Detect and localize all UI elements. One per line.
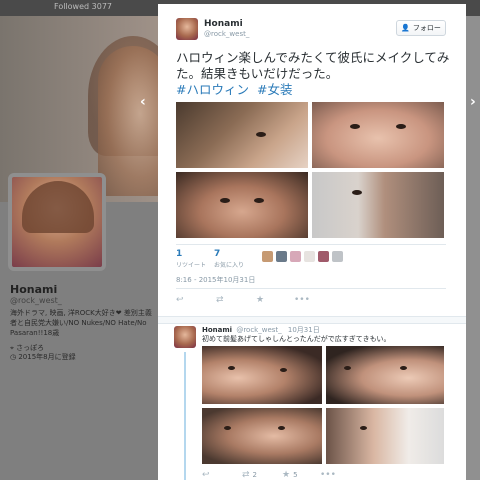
reply-icon[interactable]: ↩ — [202, 470, 210, 480]
profile-joined: ◷ 2015年8月に登録 — [10, 352, 76, 362]
retweet-icon[interactable]: ⇄ 2 — [242, 470, 257, 480]
avatar[interactable] — [174, 326, 196, 348]
reply-date[interactable]: 10月31日 — [288, 326, 320, 334]
conversation-divider — [158, 316, 466, 324]
reply-text: 初めて前髪あげてしゃしんとったんだがで広すぎてきもい。 — [202, 335, 391, 343]
tweet-photo[interactable] — [176, 172, 308, 238]
reply-photo[interactable] — [202, 346, 322, 404]
avatar[interactable] — [332, 251, 343, 262]
star-icon[interactable]: ★ 5 — [282, 470, 298, 480]
liker-avatars — [262, 251, 343, 262]
avatar[interactable] — [290, 251, 301, 262]
reply-photo[interactable] — [326, 408, 444, 464]
profile-avatar-large[interactable] — [8, 173, 106, 271]
more-icon[interactable]: ••• — [320, 470, 336, 480]
like-label: お気に入り — [214, 262, 245, 269]
follow-button-label: フォロー — [412, 24, 441, 32]
hashtag-link[interactable]: #女装 — [257, 82, 292, 97]
profile-bio: 海外ドラマ, 映画, 洋ROCK大好き❤ 差別主義者と自民党大嫌い/NO Nuk… — [10, 309, 152, 337]
reply-photo[interactable] — [326, 346, 444, 404]
retweet-icon[interactable]: ⇄ — [216, 295, 224, 305]
reply-photo[interactable] — [202, 408, 322, 464]
tweet-photo[interactable] — [176, 102, 308, 168]
reply-icon[interactable]: ↩ — [176, 295, 184, 305]
reply-actions: ↩ ⇄ 2 ★ 5 ••• — [202, 470, 442, 480]
tweet-timestamp[interactable]: 8:16 - 2015年10月31日 — [176, 275, 255, 285]
tweet-photo-grid — [176, 102, 444, 238]
retweet-count: 1 — [176, 249, 183, 259]
retweet-label: リツイート — [176, 262, 207, 269]
reply-author-handle[interactable]: @rock_west_ — [236, 326, 281, 334]
follow-button[interactable]: 👤 フォロー — [396, 20, 446, 36]
tweet-author-handle[interactable]: @rock_west_ — [204, 30, 249, 38]
reply-author-name[interactable]: Honami — [202, 326, 232, 334]
tweet-hashtags: #ハロウィン #女装 — [176, 82, 296, 98]
profile-location-text: さっぽろ — [16, 344, 45, 352]
avatar[interactable] — [318, 251, 329, 262]
like-count: 7 — [214, 249, 221, 259]
tweet-header: Honami @rock_west_ 👤 フォロー — [176, 18, 456, 48]
reply-tweet[interactable]: Honami @rock_west_ 10月31日 初めて前髪あげてしゃしんとっ… — [158, 324, 466, 480]
profile-handle[interactable]: @rock_west_ — [10, 296, 62, 305]
reply-photo-grid — [202, 346, 444, 464]
avatar[interactable] — [276, 251, 287, 262]
avatar[interactable] — [304, 251, 315, 262]
retweet-stat[interactable]: 1 リツイート — [176, 249, 206, 269]
tweet-photo[interactable] — [312, 102, 444, 168]
add-user-icon: 👤 — [401, 24, 410, 32]
background-right-column — [466, 16, 480, 480]
background-follow-stat: Followed 3077 — [54, 2, 112, 11]
tweet-text: ハロウィン楽しんでみたくて彼氏にメイクしてみた。結果きもいだけだった。 — [176, 50, 450, 81]
more-icon[interactable]: ••• — [294, 295, 310, 305]
thread-line — [184, 352, 186, 480]
tweet-stats: 1 リツイート 7 お気に入り — [176, 244, 446, 270]
avatar[interactable] — [176, 18, 198, 40]
profile-joined-text: 2015年8月に登録 — [18, 353, 76, 361]
like-stat[interactable]: 7 お気に入り — [214, 249, 244, 269]
previous-tweet-arrow-icon[interactable]: ‹ — [140, 94, 146, 110]
reply-like-count: 5 — [293, 471, 298, 479]
avatar[interactable] — [262, 251, 273, 262]
hashtag-link[interactable]: #ハロウィン — [176, 82, 249, 97]
star-icon[interactable]: ★ — [256, 295, 264, 305]
reply-retweet-count: 2 — [252, 471, 258, 479]
tweet-actions: ↩ ⇄ ★ ••• — [176, 288, 446, 310]
tweet-modal: Honami @rock_west_ 👤 フォロー ハロウィン楽しんでみたくて彼… — [158, 4, 466, 480]
profile-name[interactable]: Honami — [10, 283, 57, 296]
next-tweet-arrow-icon[interactable]: › — [470, 94, 476, 110]
tweet-author-name[interactable]: Honami — [204, 19, 243, 29]
tweet-photo[interactable] — [312, 172, 444, 238]
